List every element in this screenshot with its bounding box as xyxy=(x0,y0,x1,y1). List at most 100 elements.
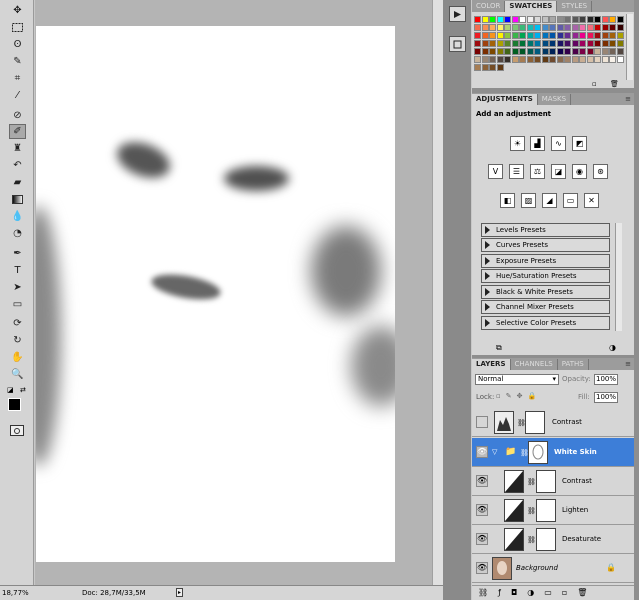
color-swatch[interactable] xyxy=(526,16,534,23)
color-swatch[interactable] xyxy=(564,40,571,47)
quick-mask-icon[interactable] xyxy=(10,425,24,436)
color-swatch[interactable] xyxy=(616,40,624,47)
color-swatch[interactable] xyxy=(511,48,519,55)
eye-icon[interactable]: 👁 xyxy=(476,475,488,487)
color-swatch[interactable] xyxy=(594,24,601,31)
color-swatch[interactable] xyxy=(489,48,496,55)
color-swatch[interactable] xyxy=(519,16,526,23)
color-swatch[interactable] xyxy=(496,64,504,71)
color-swatch[interactable] xyxy=(601,16,609,23)
color-swatch[interactable] xyxy=(549,40,556,47)
color-swatch[interactable] xyxy=(489,16,496,23)
color-swatch[interactable] xyxy=(601,48,609,55)
type-tool-icon[interactable]: T xyxy=(9,263,26,278)
layer-mask-thumb[interactable] xyxy=(525,411,545,434)
color-swatch[interactable] xyxy=(511,32,519,39)
posterize-icon[interactable]: ▨ xyxy=(521,193,536,208)
color-swatch[interactable] xyxy=(504,16,511,23)
visibility-off-icon[interactable] xyxy=(476,416,488,428)
tab-masks[interactable]: MASKS xyxy=(538,94,572,105)
blend-mode-select[interactable]: Normal ▾ xyxy=(475,374,559,385)
color-swatch[interactable] xyxy=(526,48,534,55)
color-swatch[interactable] xyxy=(511,40,519,47)
color-swatch[interactable] xyxy=(549,16,556,23)
pen-tool-icon[interactable]: ✒ xyxy=(9,246,26,261)
presets-scrollbar[interactable] xyxy=(615,223,622,331)
color-swatch[interactable] xyxy=(549,32,556,39)
color-swatch[interactable] xyxy=(474,16,481,23)
levels-icon[interactable]: ▟ xyxy=(530,136,545,151)
foreground-color-swatch[interactable] xyxy=(8,398,21,411)
color-swatch[interactable] xyxy=(481,32,489,39)
eye-icon[interactable]: 👁 xyxy=(476,533,488,545)
delete-swatch-icon[interactable]: 🗑 xyxy=(610,80,619,88)
brightness-icon[interactable]: ☀ xyxy=(510,136,525,151)
color-swatch[interactable] xyxy=(489,32,496,39)
group-mask-thumb[interactable] xyxy=(528,441,548,464)
color-swatch[interactable] xyxy=(496,24,504,31)
lock-icons[interactable]: ▫✎✥🔒 xyxy=(496,392,541,400)
eraser-tool-icon[interactable]: ▰ xyxy=(9,175,26,190)
path-select-tool-icon[interactable]: ➤ xyxy=(9,280,26,295)
color-swatch[interactable] xyxy=(481,40,489,47)
color-swatch[interactable] xyxy=(481,64,489,71)
color-swatch[interactable] xyxy=(489,24,496,31)
color-swatch[interactable] xyxy=(474,24,481,31)
color-swatch[interactable] xyxy=(586,24,594,31)
preset-selective-color[interactable]: Selective Color Presets xyxy=(481,316,610,330)
color-swatch[interactable] xyxy=(526,32,534,39)
color-swatch[interactable] xyxy=(601,56,609,63)
color-swatch[interactable] xyxy=(534,24,541,31)
layer-row[interactable]: 👁 ⛓ Desaturate xyxy=(472,525,634,554)
color-swatch[interactable] xyxy=(579,32,586,39)
color-swatch[interactable] xyxy=(601,32,609,39)
layer-row[interactable]: 👁 ⛓ Contrast xyxy=(472,467,634,496)
color-swatch[interactable] xyxy=(579,16,586,23)
color-swatch[interactable] xyxy=(489,40,496,47)
opacity-field[interactable]: 100% xyxy=(594,374,618,385)
color-swatch[interactable] xyxy=(586,56,594,63)
quick-select-tool-icon[interactable]: ✎ xyxy=(9,54,26,69)
clip-layer-icon[interactable]: ⧉ xyxy=(496,343,502,353)
color-swatch[interactable] xyxy=(586,48,594,55)
new-swatch-icon[interactable]: ▫ xyxy=(592,80,597,88)
crop-tool-icon[interactable]: ⌗ xyxy=(9,71,26,86)
eye-icon[interactable]: 👁 xyxy=(476,446,488,458)
curves-icon[interactable]: ∿ xyxy=(551,136,566,151)
color-swatch[interactable] xyxy=(541,32,549,39)
color-swatch[interactable] xyxy=(609,48,616,55)
color-swatch[interactable] xyxy=(564,24,571,31)
color-swatch[interactable] xyxy=(564,32,571,39)
panel-menu-icon[interactable]: ≡ xyxy=(625,95,631,103)
color-swatch[interactable] xyxy=(481,16,489,23)
layer-mask-thumb[interactable] xyxy=(536,470,556,493)
color-swatch[interactable] xyxy=(594,56,601,63)
color-swatch[interactable] xyxy=(496,56,504,63)
color-swatch[interactable] xyxy=(579,40,586,47)
color-swatch[interactable] xyxy=(519,40,526,47)
layers-bottom-toolbar[interactable]: ⛓ƒ◘◑▭▫🗑 xyxy=(472,585,634,600)
color-swatch[interactable] xyxy=(534,40,541,47)
threshold-icon[interactable]: ◢ xyxy=(542,193,557,208)
hand-tool-icon[interactable]: ✋ xyxy=(9,350,26,365)
gradient-map-icon[interactable]: ▭ xyxy=(563,193,578,208)
color-swatch[interactable] xyxy=(571,40,579,47)
color-swatch[interactable] xyxy=(549,24,556,31)
vertical-scrollbar[interactable] xyxy=(432,0,443,585)
color-swatch[interactable] xyxy=(556,16,564,23)
black-white-icon[interactable]: ◪ xyxy=(551,164,566,179)
layer-row[interactable]: ⛓ Contrast xyxy=(472,408,634,437)
color-swatch[interactable] xyxy=(541,16,549,23)
color-swatch[interactable] xyxy=(586,32,594,39)
hue-saturation-icon[interactable]: ☰ xyxy=(509,164,524,179)
3d-rotate-tool-icon[interactable]: ⟳ xyxy=(9,316,26,331)
default-colors-icon[interactable]: ◪ xyxy=(7,386,14,394)
color-swatch[interactable] xyxy=(601,24,609,31)
color-swatch[interactable] xyxy=(571,56,579,63)
color-swatch[interactable] xyxy=(594,16,601,23)
move-tool-icon[interactable]: ✥ xyxy=(9,3,26,18)
3d-orbit-tool-icon[interactable]: ↻ xyxy=(9,333,26,348)
layer-mask-thumb[interactable] xyxy=(536,528,556,551)
layer-group-row[interactable]: 👁 ▽ 📁 ⛓ White Skin xyxy=(472,438,634,467)
color-swatch[interactable] xyxy=(481,24,489,31)
